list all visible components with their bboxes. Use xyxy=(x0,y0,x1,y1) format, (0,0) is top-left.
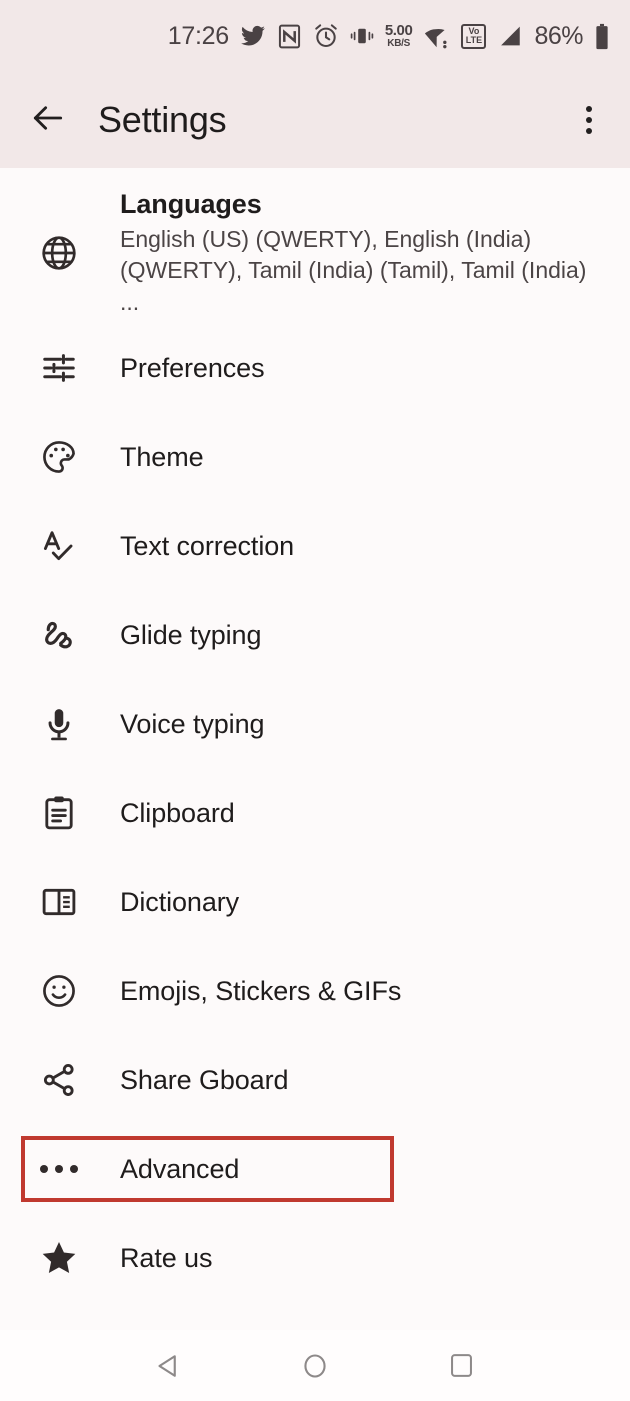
list-item-subtitle: English (US) (QWERTY), English (India) (… xyxy=(120,225,587,316)
list-item-text: Text correction xyxy=(120,529,294,564)
vibrate-icon xyxy=(350,24,374,48)
list-item-preferences[interactable]: Preferences xyxy=(0,338,630,398)
list-item-share-gboard[interactable]: Share Gboard xyxy=(0,1050,630,1110)
list-item-title: Preferences xyxy=(120,352,265,383)
list-item-title: Clipboard xyxy=(120,797,235,828)
spellcheck-icon xyxy=(28,527,90,565)
list-item-emojis-stickers-gifs[interactable]: Emojis, Stickers & GIFs xyxy=(0,961,630,1021)
list-item-title: Languages xyxy=(120,189,262,220)
twitter-icon xyxy=(240,23,266,49)
list-item-title: Voice typing xyxy=(120,708,265,739)
list-item-text: Emojis, Stickers & GIFs xyxy=(120,974,401,1009)
more-options-button[interactable] xyxy=(564,92,614,148)
list-item-title: Dictionary xyxy=(120,886,240,917)
list-item-text: Voice typing xyxy=(120,707,265,742)
list-item-title: Text correction xyxy=(120,530,295,561)
list-item-glide-typing[interactable]: Glide typing xyxy=(0,605,630,665)
nav-home-button[interactable] xyxy=(282,1333,348,1399)
gesture-icon xyxy=(28,616,90,654)
globe-icon xyxy=(28,233,90,273)
battery-icon xyxy=(594,23,610,50)
tune-icon xyxy=(28,349,90,387)
nav-home-icon xyxy=(301,1352,329,1380)
android-navigation-bar xyxy=(0,1330,630,1401)
volte-bottom-label: LTE xyxy=(465,35,483,45)
network-speed-icon: 5.00 KB/S xyxy=(385,23,413,49)
list-item-title: Advanced xyxy=(120,1153,240,1184)
list-item-title: Rate us xyxy=(120,1242,213,1273)
palette-icon xyxy=(28,438,90,476)
more-vertical-icon xyxy=(586,106,592,134)
list-item-voice-typing[interactable]: Voice typing xyxy=(0,694,630,754)
network-speed-value: 5.00 xyxy=(384,22,413,39)
back-button[interactable] xyxy=(20,92,76,148)
list-item-text: Rate us xyxy=(120,1241,212,1276)
wifi-icon xyxy=(423,23,450,50)
star-icon xyxy=(28,1238,90,1278)
battery-percent-label: 86% xyxy=(534,21,583,50)
settings-list: Languages English (US) (QWERTY), English… xyxy=(0,168,630,1330)
clipboard-icon xyxy=(28,794,90,832)
list-item-title: Theme xyxy=(120,441,204,472)
nav-recents-icon xyxy=(448,1352,475,1379)
network-speed-unit: KB/S xyxy=(387,38,410,49)
nav-recents-button[interactable] xyxy=(428,1333,494,1399)
cellular-signal-icon xyxy=(497,23,523,49)
status-clock: 17:26 xyxy=(167,21,229,50)
list-item-text-correction[interactable]: Text correction xyxy=(0,516,630,576)
app-bar: Settings xyxy=(0,72,630,168)
back-arrow-icon xyxy=(29,99,67,142)
phone-screen: 17:26 5.00 KB/S Vo LTE 86% Settings Lang… xyxy=(0,0,630,1401)
list-item-text: Clipboard xyxy=(120,796,235,831)
list-item-text: Languages English (US) (QWERTY), English… xyxy=(120,187,610,319)
list-item-advanced[interactable]: Advanced xyxy=(0,1139,630,1199)
list-item-theme[interactable]: Theme xyxy=(0,427,630,487)
list-item-text: Share Gboard xyxy=(120,1063,289,1098)
share-icon xyxy=(28,1061,90,1099)
list-item-clipboard[interactable]: Clipboard xyxy=(0,783,630,843)
list-item-title: Emojis, Stickers & GIFs xyxy=(120,975,402,1006)
page-title: Settings xyxy=(98,99,227,140)
list-item-rate-us[interactable]: Rate us xyxy=(0,1228,630,1288)
list-item-languages[interactable]: Languages English (US) (QWERTY), English… xyxy=(0,189,630,315)
list-item-text: Advanced xyxy=(120,1152,239,1187)
alarm-icon xyxy=(313,23,339,49)
list-item-text: Dictionary xyxy=(120,885,239,920)
list-item-text: Glide typing xyxy=(120,618,261,653)
status-bar: 17:26 5.00 KB/S Vo LTE 86% xyxy=(0,0,630,72)
list-item-title: Glide typing xyxy=(120,619,262,650)
list-item-dictionary[interactable]: Dictionary xyxy=(0,872,630,932)
list-item-text: Theme xyxy=(120,440,204,475)
book-icon xyxy=(28,883,90,921)
nfc-icon xyxy=(277,24,302,49)
nav-back-icon xyxy=(154,1351,184,1381)
volte-icon: Vo LTE xyxy=(461,23,487,49)
emoji-icon xyxy=(28,972,90,1010)
list-item-title: Share Gboard xyxy=(120,1064,289,1095)
microphone-icon xyxy=(28,705,90,743)
list-item-text: Preferences xyxy=(120,351,265,386)
nav-back-button[interactable] xyxy=(136,1333,202,1399)
more-horizontal-icon xyxy=(28,1165,90,1173)
